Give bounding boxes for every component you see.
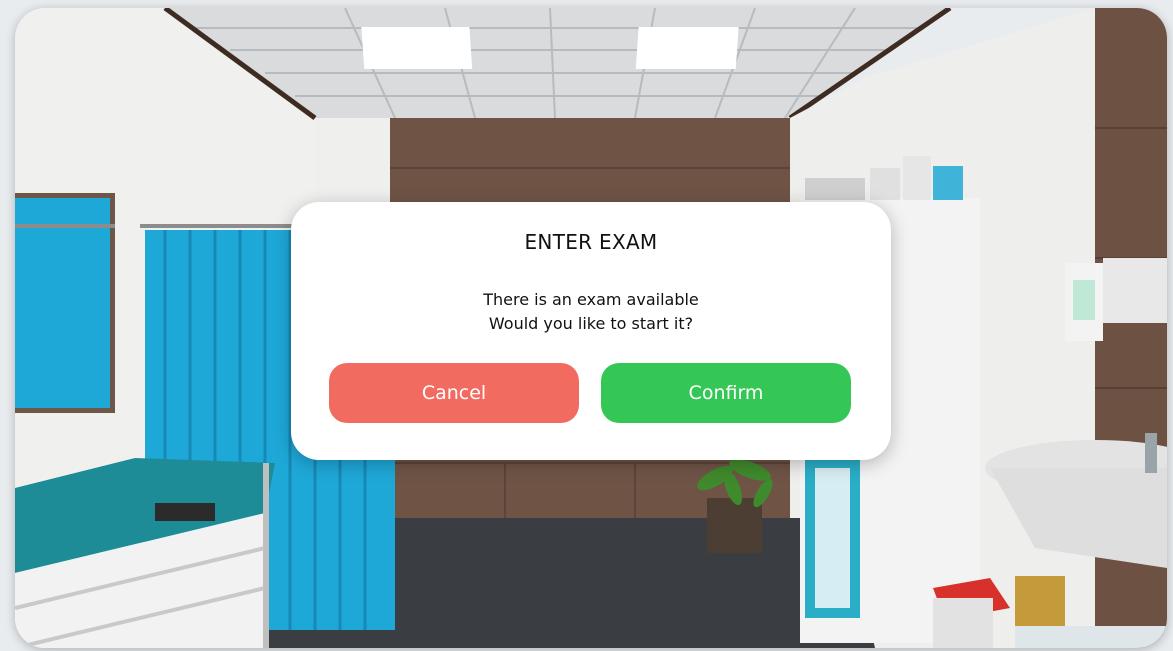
confirm-button[interactable]: Confirm — [601, 363, 851, 423]
game-viewport: ENTER EXAM There is an exam available Wo… — [15, 8, 1167, 648]
cancel-button[interactable]: Cancel — [329, 363, 579, 423]
dialog-message-line-1: There is an exam available — [483, 290, 699, 309]
dialog-title: ENTER EXAM — [524, 230, 658, 254]
enter-exam-dialog: ENTER EXAM There is an exam available Wo… — [291, 202, 891, 460]
dialog-message: There is an exam available Would you lik… — [291, 288, 891, 336]
dialog-message-line-2: Would you like to start it? — [488, 314, 694, 333]
